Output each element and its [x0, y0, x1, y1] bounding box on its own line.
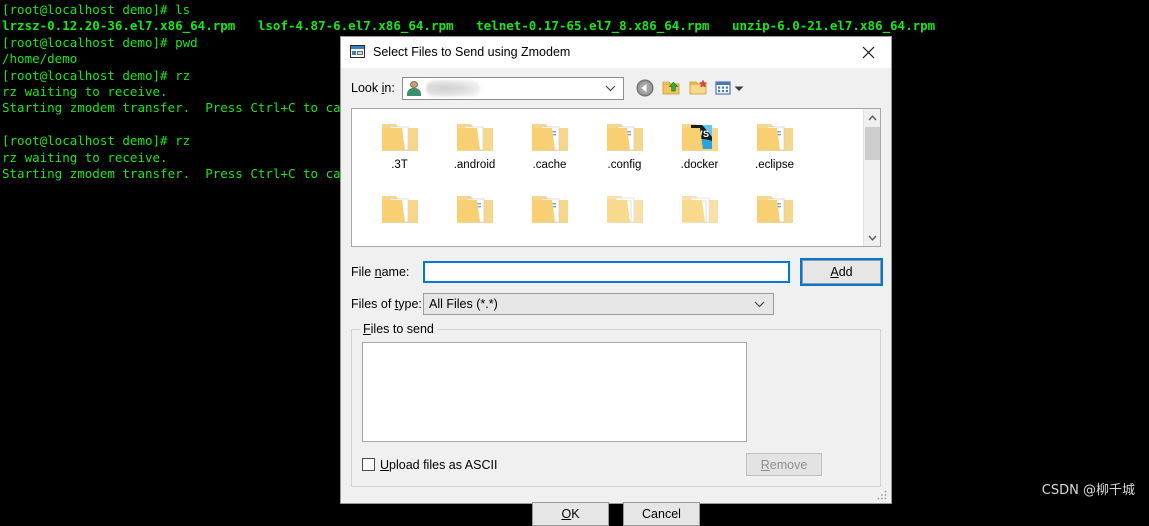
files-to-send-label: Files to send: [360, 322, 437, 336]
up-one-level-button[interactable]: [661, 77, 683, 99]
folder-icon: [528, 189, 572, 229]
scroll-down-button[interactable]: [864, 229, 881, 246]
upload-ascii-checkbox-row[interactable]: Upload files as ASCII: [362, 458, 497, 472]
chevron-up-icon: [867, 114, 877, 120]
folder-icon: [753, 117, 797, 157]
folder-icon: [378, 189, 422, 229]
folder-icon: [678, 189, 722, 229]
remove-button: Remove: [746, 453, 822, 476]
ok-button[interactable]: OK: [532, 502, 609, 526]
list-item[interactable]: [662, 189, 737, 246]
filename-input[interactable]: [423, 261, 790, 283]
terminal-line: lrzsz-0.12.20-36.el7.x86_64.rpm lsof-4.8…: [2, 18, 936, 34]
filetype-row: Files of type: All Files (*.*): [351, 293, 881, 315]
filetype-label: Files of type:: [351, 297, 422, 311]
folder-up-arrow-icon: [662, 81, 680, 95]
files-to-send-listbox[interactable]: [362, 342, 747, 442]
folder-wsl-icon: W S: [678, 117, 722, 157]
folder-icon: [603, 117, 647, 157]
dialog-titlebar[interactable]: Select Files to Send using Zmodem: [341, 37, 891, 68]
file-label: .docker: [680, 159, 719, 171]
filename-label: File name:: [351, 265, 410, 279]
list-item[interactable]: [512, 189, 587, 246]
list-item[interactable]: .cache: [512, 117, 587, 189]
chevron-down-icon: [867, 235, 877, 241]
lookin-combobox[interactable]: [401, 76, 624, 100]
svg-text:S: S: [703, 129, 709, 139]
folder-icon: [453, 189, 497, 229]
folder-icon: [453, 117, 497, 157]
add-button[interactable]: Add: [800, 258, 883, 286]
lookin-bar: Look in:: [341, 68, 891, 108]
list-item[interactable]: [737, 189, 812, 246]
list-item[interactable]: .android: [437, 117, 512, 189]
list-item[interactable]: [362, 189, 437, 246]
watermark: CSDN @柳千城: [1041, 483, 1135, 498]
chevron-down-icon: [754, 294, 765, 314]
dialog-footer: OK Cancel: [341, 502, 891, 526]
file-browser[interactable]: .3T .android .cache .config S .docker .e…: [351, 108, 881, 247]
file-label: .android: [453, 159, 496, 171]
lookin-label: Look in:: [351, 81, 395, 95]
view-menu-button[interactable]: [715, 80, 744, 96]
new-folder-button[interactable]: [688, 77, 710, 99]
list-item[interactable]: .3T: [362, 117, 437, 189]
upload-ascii-checkbox[interactable]: [362, 458, 375, 471]
folder-icon: [378, 117, 422, 157]
close-button[interactable]: [846, 37, 891, 67]
file-browser-items: .3T .android .cache .config S .docker .e…: [352, 109, 863, 246]
file-label: .eclipse: [755, 159, 794, 171]
back-arrow-icon: [636, 79, 654, 97]
filetype-value: All Files (*.*): [429, 297, 498, 311]
list-item[interactable]: [437, 189, 512, 246]
cancel-button[interactable]: Cancel: [623, 502, 700, 526]
zmodem-window-icon: [350, 44, 366, 60]
lookin-value-redacted: [425, 79, 480, 97]
files-to-send-group: Files to send Upload files as ASCII Remo…: [351, 322, 881, 487]
list-item[interactable]: W S .docker: [662, 117, 737, 189]
chevron-down-icon: [605, 78, 616, 99]
file-label: .3T: [391, 159, 408, 171]
chevron-down-icon: [734, 86, 744, 91]
folder-icon: [528, 117, 572, 157]
user-avatar-icon: [406, 80, 422, 96]
back-button[interactable]: [634, 77, 656, 99]
terminal-line: [root@localhost demo]# ls: [2, 2, 191, 17]
list-item[interactable]: [587, 189, 662, 246]
folder-icon: [603, 189, 647, 229]
folder-icon: [753, 189, 797, 229]
scrollbar-thumb[interactable]: [865, 127, 880, 160]
list-item[interactable]: .config: [587, 117, 662, 189]
filename-row: File name: Add: [351, 258, 883, 286]
new-folder-icon: [689, 79, 708, 95]
list-item[interactable]: .eclipse: [737, 117, 812, 189]
filetype-select[interactable]: All Files (*.*): [423, 293, 774, 315]
file-label: .cache: [532, 159, 567, 171]
close-icon: [862, 46, 875, 58]
dialog-title: Select Files to Send using Zmodem: [373, 45, 571, 59]
scroll-up-button[interactable]: [864, 109, 881, 126]
dialog-toolbar: [634, 77, 744, 99]
upload-ascii-label: Upload files as ASCII: [380, 457, 498, 472]
file-label: .config: [607, 159, 642, 171]
resize-grip-icon[interactable]: [876, 488, 888, 500]
files-to-send-actions: Upload files as ASCII Remove: [362, 453, 870, 476]
zmodem-file-dialog: Select Files to Send using Zmodem Look i…: [340, 36, 892, 526]
file-browser-scrollbar[interactable]: [863, 109, 880, 246]
view-grid-icon: [715, 81, 731, 95]
